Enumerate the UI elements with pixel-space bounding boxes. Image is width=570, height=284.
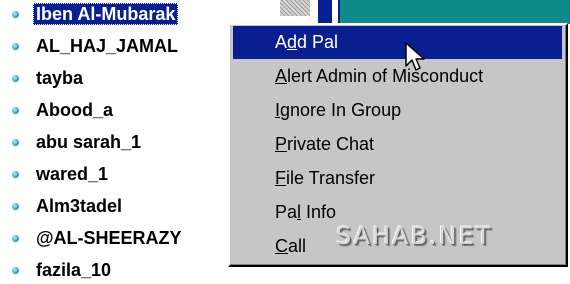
bullet-dot-icon [12, 138, 19, 146]
menu-item-label-end: lert Admin of Misconduct [287, 66, 484, 86]
bullet-dot-icon [12, 74, 19, 82]
user-list-item[interactable]: tayba [8, 64, 86, 92]
menu-item-private-chat[interactable]: Private Chat [233, 128, 562, 161]
user-list-item[interactable]: fazila_10 [8, 256, 114, 284]
menu-item-mnemonic: d [287, 32, 298, 52]
menu-item-label-end: all [288, 236, 307, 256]
menu-item-alert-admin[interactable]: Alert Admin of Misconduct [233, 60, 562, 93]
panel-divider [318, 0, 332, 24]
watermark: SAHAB.NET [336, 222, 493, 250]
menu-item-label-start: Pa [275, 202, 298, 222]
user-list-item[interactable]: abu sarah_1 [8, 128, 144, 156]
menu-item-file-transfer[interactable]: File Transfer [233, 162, 562, 195]
menu-item-label-start: A [275, 32, 288, 52]
user-list-item[interactable]: Iben Al-Mubarak [8, 0, 179, 28]
user-list-item[interactable]: AL_HAJ_JAMAL [8, 32, 181, 60]
bullet-dot-icon [12, 10, 19, 18]
menu-item-mnemonic: C [275, 236, 288, 256]
user-list-item[interactable]: Alm3tadel [8, 192, 125, 220]
user-name: AL_HAJ_JAMAL [36, 36, 179, 56]
bullet-dot-icon [12, 170, 19, 178]
bullet-dot-icon [12, 266, 19, 274]
menu-item-mnemonic: A [275, 66, 288, 86]
bullet-dot-icon [12, 202, 19, 210]
menu-item-mnemonic: P [275, 134, 288, 154]
user-name: Iben Al-Mubarak [33, 3, 179, 25]
user-list-item[interactable]: @AL-SHEERAZY [8, 224, 185, 252]
chat-panel-background [338, 0, 570, 24]
user-name: Abood_a [36, 100, 114, 120]
user-list-item[interactable]: wared_1 [8, 160, 111, 188]
menu-item-mnemonic: F [275, 168, 286, 188]
user-name: abu sarah_1 [36, 132, 142, 152]
mouse-pointer-icon [405, 42, 425, 71]
user-name: fazila_10 [36, 260, 112, 280]
user-list-item[interactable]: Abood_a [8, 96, 116, 124]
user-name: tayba [36, 68, 84, 88]
menu-item-label-end: ile Transfer [286, 168, 376, 188]
menu-item-label-end: Info [301, 202, 337, 222]
menu-item-add-pal[interactable]: Add Pal [233, 26, 562, 59]
bullet-dot-icon [12, 234, 19, 242]
user-name: @AL-SHEERAZY [36, 228, 182, 248]
list-scrollbar[interactable] [280, 0, 310, 16]
menu-item-label-end: gnore In Group [280, 100, 402, 120]
menu-item-label-end: rivate Chat [287, 134, 375, 154]
bullet-dot-icon [12, 106, 19, 114]
menu-item-label-end: d Pal [297, 32, 339, 52]
menu-item-ignore-in-group[interactable]: Ignore In Group [233, 94, 562, 127]
bullet-dot-icon [12, 42, 19, 50]
user-name: Alm3tadel [36, 196, 123, 216]
user-name: wared_1 [36, 164, 109, 184]
